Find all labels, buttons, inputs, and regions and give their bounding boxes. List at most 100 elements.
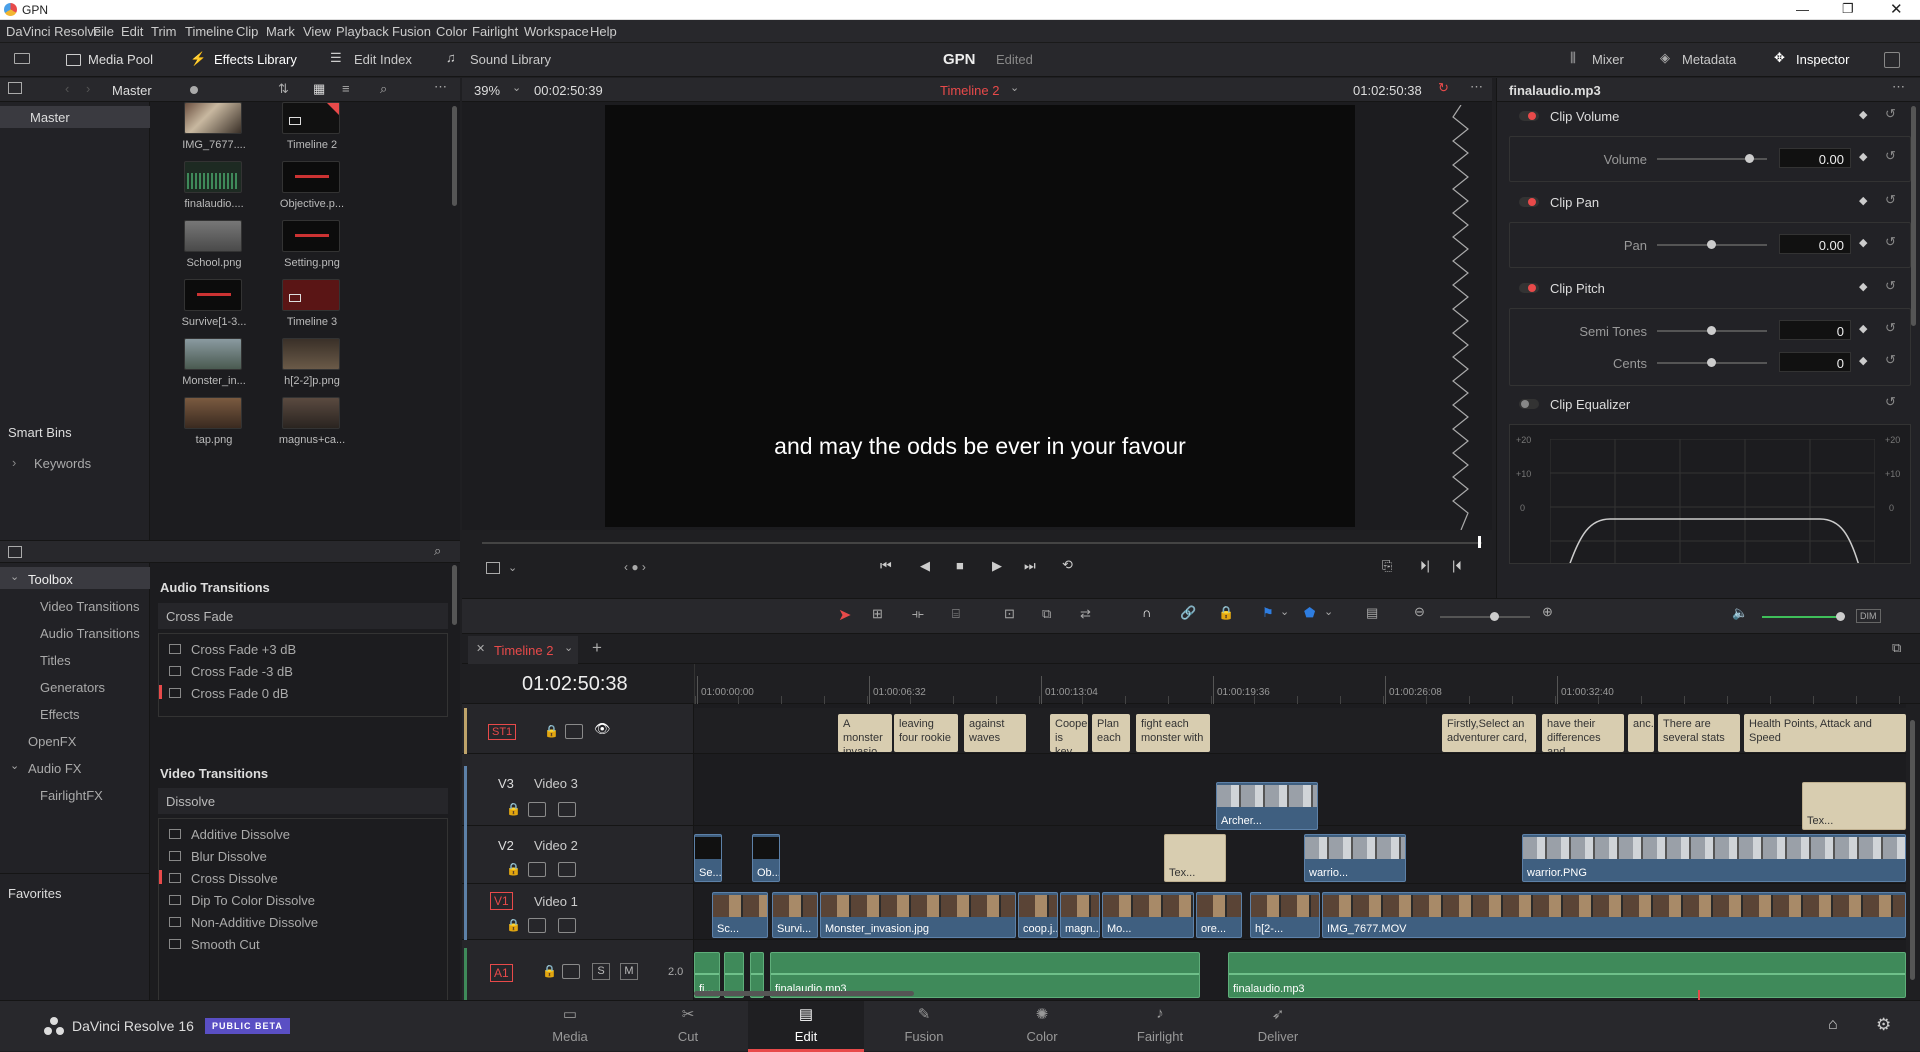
zoom-level[interactable]: 39% — [474, 83, 500, 98]
media-pool-item[interactable]: tap.png — [164, 397, 264, 455]
playhead-marker[interactable] — [1478, 536, 1481, 548]
subtitle-clip[interactable]: leaving four rookie — [894, 714, 958, 752]
linked-selection-icon[interactable]: 🔗 — [1180, 605, 1196, 621]
marker-icon[interactable]: ⬟ — [1304, 605, 1315, 621]
page-tab-media[interactable]: ▭ Media — [512, 1001, 628, 1052]
menu-edit[interactable]: Edit — [121, 24, 143, 39]
menu-trim[interactable]: Trim — [151, 24, 177, 39]
reset-icon[interactable]: ↺ — [1885, 394, 1896, 410]
position-lock-icon[interactable]: 🔒 — [1218, 605, 1234, 621]
timeline-tab[interactable]: ✕ Timeline 2 ⌄ — [468, 636, 578, 664]
timeline-hscrollbar[interactable] — [694, 991, 914, 996]
effect-item[interactable]: Additive Dissolve — [159, 823, 447, 845]
effect-item[interactable]: Cross Fade +3 dB — [159, 638, 447, 660]
nav-back-icon[interactable]: ‹ — [65, 81, 69, 96]
video-frame[interactable]: and may the odds be ever in your favour — [605, 105, 1355, 527]
timeline-vscrollbar[interactable] — [1910, 720, 1915, 980]
track-enable-icon[interactable] — [558, 918, 576, 933]
menu-playback[interactable]: Playback — [336, 24, 389, 39]
tree-video-transitions[interactable]: Video Transitions — [40, 599, 140, 614]
auto-select-icon[interactable] — [565, 724, 583, 739]
subtitle-clip[interactable]: Plan each — [1092, 714, 1130, 752]
sync-icon[interactable]: ↻ — [1438, 80, 1449, 96]
video-clip[interactable]: Ob... — [752, 834, 780, 882]
keyframe-icon[interactable]: ◆ — [1859, 280, 1867, 293]
expand-panel-icon[interactable] — [1884, 52, 1900, 68]
subtitle-clip[interactable]: have their differences and — [1542, 714, 1624, 752]
subtitle-clip[interactable]: There are several stats — [1658, 714, 1740, 752]
insert-clip-icon[interactable]: ⊡ — [1004, 606, 1015, 622]
track-name-v2[interactable]: Video 2 — [534, 838, 578, 853]
video-clip[interactable]: IMG_7677.MOV — [1322, 892, 1906, 938]
viewer-mode-icon[interactable] — [486, 562, 500, 574]
inspector-scrollbar[interactable] — [1911, 106, 1916, 326]
reset-icon[interactable]: ↺ — [1885, 148, 1896, 164]
effect-item[interactable]: Smooth Cut — [159, 933, 447, 955]
menu-fusion[interactable]: Fusion — [392, 24, 431, 39]
subtitle-clip[interactable]: Cooper is key — [1050, 714, 1088, 752]
play-reverse-icon[interactable]: ◀ — [920, 558, 930, 574]
subtitle-clip[interactable]: A monster invasio... — [838, 714, 892, 752]
page-tab-cut[interactable]: ✂ Cut — [630, 1001, 746, 1052]
nav-forward-icon[interactable]: › — [86, 81, 90, 96]
video-clip[interactable]: Tex... — [1802, 782, 1906, 830]
effect-item[interactable]: Blur Dissolve — [159, 845, 447, 867]
snapping-icon[interactable]: ∩ — [1142, 605, 1151, 620]
search-icon[interactable]: ⌕ — [380, 81, 387, 97]
page-tab-edit[interactable]: ▤ Edit — [748, 1001, 864, 1052]
media-pool-item[interactable]: School.png — [164, 220, 264, 278]
auto-select-icon[interactable] — [528, 918, 546, 933]
list-view-icon[interactable]: ≡ — [342, 81, 350, 96]
keyframe-icon[interactable]: ◆ — [1859, 354, 1867, 367]
video-clip[interactable]: coop.j... — [1018, 892, 1058, 938]
media-pool-item[interactable]: Survive[1-3... — [164, 279, 264, 337]
lock-icon[interactable]: 🔒 — [544, 724, 559, 738]
video-clip[interactable]: ore... — [1196, 892, 1242, 938]
effect-item[interactable]: Cross Fade 0 dB — [159, 682, 447, 704]
enable-toggle[interactable] — [1519, 111, 1539, 121]
effects-scrollbar[interactable] — [452, 565, 457, 625]
track-enable-icon[interactable] — [558, 802, 576, 817]
track-id-v2[interactable]: V2 — [498, 838, 514, 853]
tree-audio-fx[interactable]: Audio FX — [28, 761, 81, 776]
video-clip[interactable]: Archer... — [1216, 782, 1318, 830]
menu-help[interactable]: Help — [590, 24, 617, 39]
chevron-down-icon[interactable]: ⌄ — [1010, 81, 1019, 94]
menu-view[interactable]: View — [303, 24, 331, 39]
video-clip[interactable]: Se... — [694, 834, 722, 882]
menu-clip[interactable]: Clip — [236, 24, 258, 39]
chevron-down-icon[interactable]: ⌄ — [10, 759, 19, 772]
track-id-v1[interactable]: V1 — [490, 892, 513, 910]
timeline-view-icon[interactable]: ▤ — [1366, 605, 1378, 621]
volume-icon[interactable]: 🔈 — [1732, 605, 1748, 621]
reset-icon[interactable]: ↺ — [1885, 278, 1896, 294]
reset-icon[interactable]: ↺ — [1885, 106, 1896, 122]
replace-clip-icon[interactable]: ⇄ — [1080, 606, 1091, 622]
media-pool-item[interactable]: Objective.p... — [262, 161, 362, 219]
chevron-down-icon[interactable]: ⌄ — [1324, 605, 1333, 618]
video-clip[interactable]: magn... — [1060, 892, 1100, 938]
reset-icon[interactable]: ↺ — [1885, 192, 1896, 208]
expand-chevron-icon[interactable]: › — [12, 455, 16, 470]
menu-timeline[interactable]: Timeline — [185, 24, 234, 39]
auto-select-icon[interactable] — [528, 802, 546, 817]
dim-button[interactable]: DIM — [1856, 609, 1881, 623]
zoom-in-icon[interactable]: ⊕ — [1542, 604, 1553, 620]
stop-icon[interactable]: ■ — [956, 558, 964, 573]
add-timeline-icon[interactable]: + — [592, 638, 602, 658]
more-options-icon[interactable]: ⋯ — [434, 79, 447, 95]
play-icon[interactable]: ▶ — [992, 558, 1002, 574]
keyframe-icon[interactable]: ◆ — [1859, 236, 1867, 249]
page-tab-deliver[interactable]: ➶ Deliver — [1220, 1001, 1336, 1052]
menu-fairlight[interactable]: Fairlight — [472, 24, 518, 39]
tree-generators[interactable]: Generators — [40, 680, 105, 695]
video-clip[interactable]: Monster_invasion.jpg — [820, 892, 1016, 938]
zoom-out-icon[interactable]: ⊖ — [1414, 604, 1425, 620]
tree-titles[interactable]: Titles — [40, 653, 71, 668]
home-icon[interactable]: ⌂ — [1828, 1016, 1838, 1034]
track-id-st1[interactable]: ST1 — [488, 724, 517, 740]
video-clip[interactable]: Tex... — [1164, 834, 1226, 882]
keyframe-icon[interactable]: ◆ — [1859, 108, 1867, 121]
effect-item[interactable]: Cross Dissolve — [159, 867, 447, 889]
track-enable-icon[interactable] — [558, 862, 576, 877]
